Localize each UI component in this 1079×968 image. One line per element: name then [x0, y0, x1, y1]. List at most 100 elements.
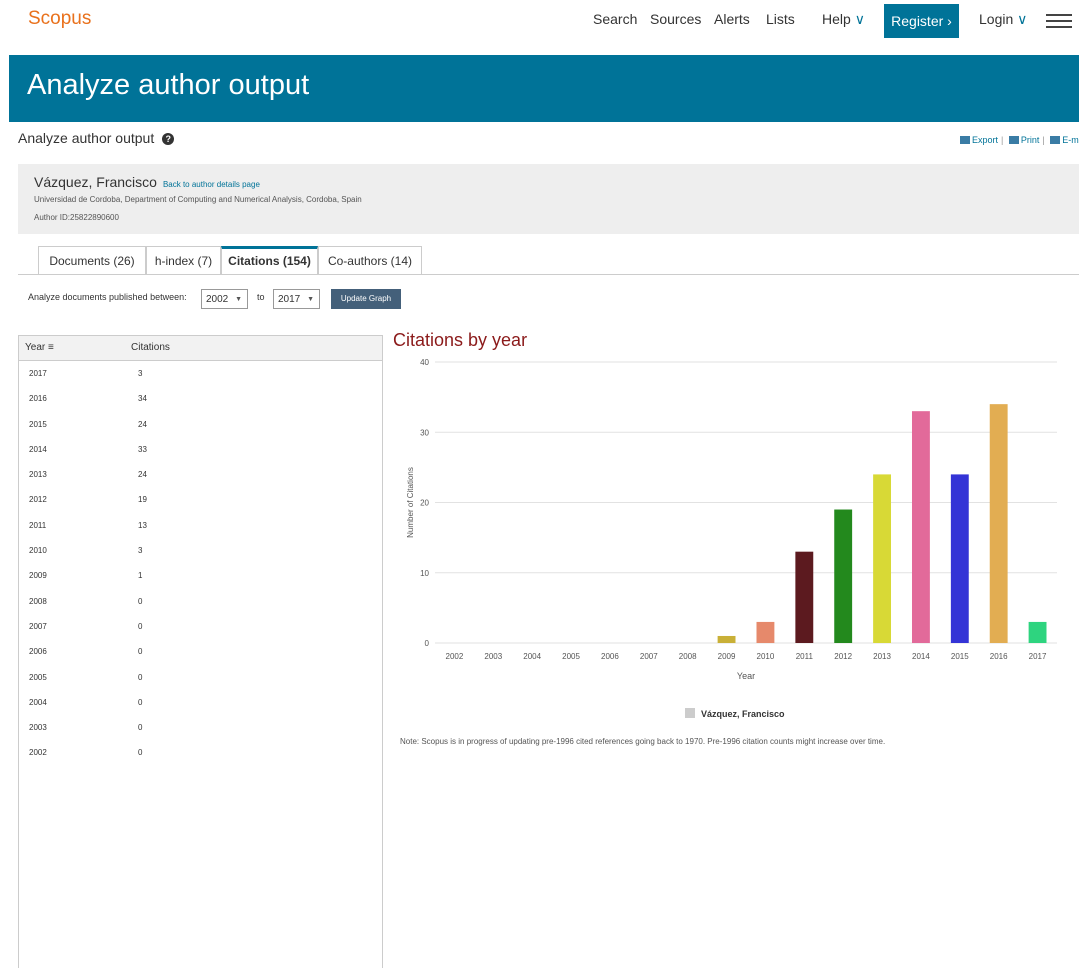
citations-cell: 0	[138, 748, 143, 758]
tab-co-authors[interactable]: Co-authors (14)	[318, 246, 422, 274]
bar[interactable]	[873, 474, 892, 643]
legend-label[interactable]: Vázquez, Francisco	[701, 709, 785, 719]
x-tick-label: 2013	[873, 652, 891, 661]
citations-cell: 1	[138, 571, 143, 581]
x-tick-label: 2004	[523, 652, 541, 661]
year-cell: 2009	[29, 571, 47, 581]
help-icon[interactable]: ?	[162, 133, 175, 145]
x-tick-label: 2011	[796, 652, 814, 661]
table-row: 2003 0	[19, 715, 382, 740]
table-row: 2005 0	[19, 665, 382, 690]
note-text: Note: Scopus is in progress of updating …	[400, 737, 886, 746]
scopus-logo[interactable]: Scopus	[28, 8, 91, 30]
table-row: 2016 34	[19, 386, 382, 411]
chart-title: Citations by year	[393, 330, 528, 350]
nav-alerts[interactable]: Alerts	[714, 11, 750, 27]
x-tick-label: 2007	[640, 652, 658, 661]
print-link[interactable]: Print	[1021, 135, 1040, 145]
citations-cell: 0	[138, 672, 143, 682]
table-row: 2006 0	[19, 639, 382, 664]
nav-lists[interactable]: Lists	[766, 11, 795, 27]
year-cell: 2010	[29, 546, 47, 556]
author-id: Author ID:25822890600	[34, 213, 119, 222]
table-row: 2008 0	[19, 589, 382, 614]
x-tick-label: 2005	[562, 652, 580, 661]
register-label: Register	[891, 13, 944, 29]
citations-cell: 0	[138, 596, 143, 606]
year-to-select[interactable]: 2017 ▼	[273, 289, 320, 309]
sort-icon: ≡	[48, 342, 54, 353]
bar[interactable]	[950, 474, 969, 643]
update-graph-button[interactable]: Update Graph	[331, 289, 401, 309]
y-axis-label: Number of Citations	[406, 467, 415, 538]
nav-login-label: Login	[979, 11, 1014, 27]
nav-sources[interactable]: Sources	[650, 11, 701, 27]
x-tick-label: 2015	[951, 652, 969, 661]
year-cell: 2013	[29, 470, 47, 480]
nav-login[interactable]: Login ∨	[979, 11, 1027, 28]
export-link[interactable]: Export	[972, 135, 998, 145]
bar[interactable]	[911, 411, 930, 643]
year-cell: 2015	[29, 419, 47, 429]
year-cell: 2006	[29, 647, 47, 657]
table-row: 2002 0	[19, 740, 382, 765]
nav-search[interactable]: Search	[593, 11, 637, 27]
table-row: 2011 13	[19, 513, 382, 538]
page-title-label: Analyze author output	[18, 130, 155, 146]
table-header: Year ≡ Citations	[19, 336, 382, 361]
nav-help[interactable]: Help ∨	[822, 11, 865, 28]
tab-citations[interactable]: Citations (154)	[221, 246, 318, 275]
chevron-down-icon: ∨	[1017, 11, 1028, 27]
bar[interactable]	[717, 635, 736, 643]
x-tick-label: 2009	[718, 652, 736, 661]
citations-cell: 3	[138, 369, 143, 378]
x-tick-label: 2014	[912, 652, 930, 661]
chevron-right-icon: ›	[947, 13, 952, 29]
banner-title: Analyze author output	[27, 69, 310, 101]
back-to-author-link[interactable]: Back to author details page	[163, 180, 260, 189]
x-tick-label: 2012	[834, 652, 852, 661]
citations-chart: 0 10 20 30 40 2002 2003 2004 2005 2006 2007 2008 200…	[406, 358, 1057, 719]
bar[interactable]	[795, 551, 814, 643]
table-row: 2007 0	[19, 614, 382, 639]
citations-cell: 24	[138, 419, 147, 429]
citations-cell: 24	[138, 470, 147, 480]
toolbar: Export| Print| E-mail	[960, 135, 1079, 145]
top-nav-bar: Scopus Search Sources Alerts Lists Help …	[0, 0, 1079, 44]
tab-h-index-label: h-index (7)	[154, 254, 213, 268]
year-cell: 2007	[29, 621, 47, 631]
email-icon	[1050, 136, 1061, 144]
table-row: 2010 3	[19, 538, 382, 563]
author-name-line: Vázquez, Francisco Back to author details…	[34, 174, 260, 190]
y-tick-label: 10	[420, 569, 429, 578]
y-tick-label: 0	[425, 639, 430, 648]
citations-column-header[interactable]: Citations	[131, 336, 170, 360]
x-tick-label: 2006	[601, 652, 619, 661]
year-column-label: Year	[25, 342, 46, 353]
x-tick-label: 2008	[679, 652, 697, 661]
bar[interactable]	[1028, 621, 1047, 643]
legend-swatch	[685, 708, 695, 718]
year-cell: 2003	[29, 723, 47, 733]
year-to-value: 2017	[278, 294, 301, 305]
bar[interactable]	[756, 621, 775, 643]
table-row: 2012 19	[19, 487, 382, 512]
tab-h-index[interactable]: h-index (7)	[146, 246, 221, 274]
menu-icon[interactable]	[1046, 14, 1072, 28]
year-column-header[interactable]: Year ≡	[25, 336, 54, 360]
bar[interactable]	[989, 404, 1008, 643]
citations-cell: 3	[138, 546, 143, 556]
register-button[interactable]: Register ›	[884, 4, 959, 38]
citations-cell: 13	[138, 520, 147, 530]
author-details-box: Vázquez, Francisco Back to author details…	[18, 164, 1079, 234]
table-row: 2013 24	[19, 462, 382, 487]
author-affiliation: Universidad de Cordoba, Department of Co…	[34, 195, 362, 204]
tab-documents[interactable]: Documents (26)	[38, 246, 146, 274]
email-link[interactable]: E-mail	[1062, 135, 1079, 145]
table-body: 2017 3 2016 34 2015 24 2014 33 2013 24 2012 19 2011 1…	[19, 361, 382, 766]
x-tick-label: 2017	[1029, 652, 1047, 661]
year-from-select[interactable]: 2002 ▼	[201, 289, 248, 309]
bar[interactable]	[834, 509, 853, 643]
citations-cell: 19	[138, 495, 147, 505]
citations-cell: 0	[138, 723, 143, 733]
